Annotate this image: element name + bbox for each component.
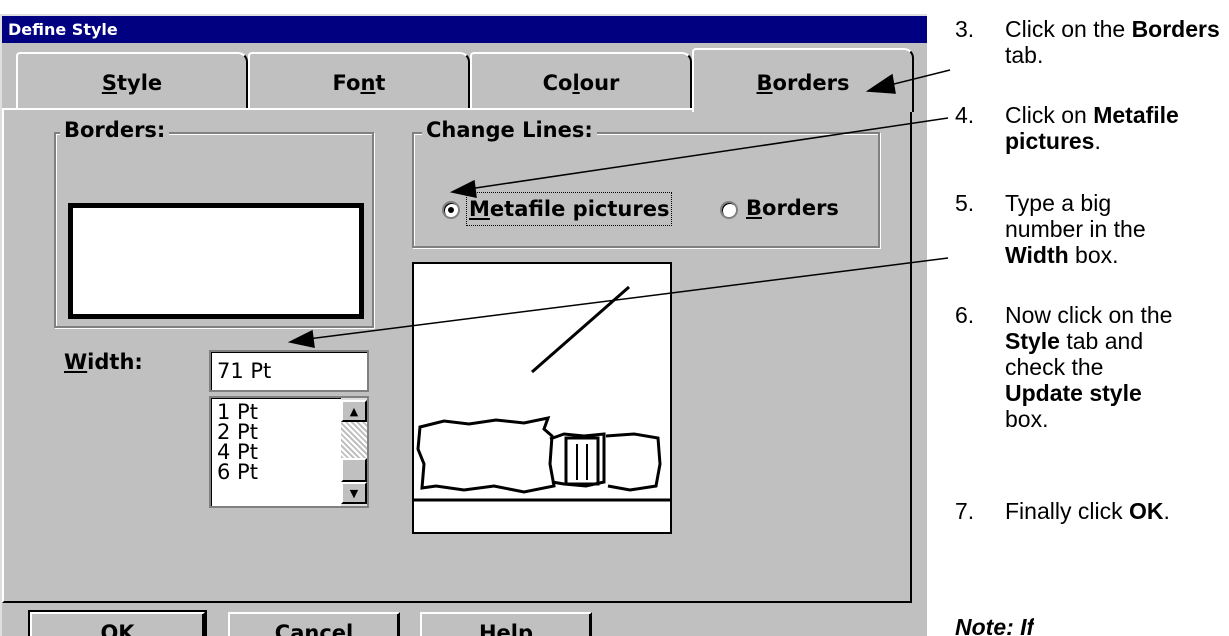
step-text: Finally click OK. bbox=[1005, 498, 1170, 524]
list-item[interactable]: 6 Pt bbox=[217, 462, 258, 483]
scrollbar-track[interactable] bbox=[341, 422, 367, 458]
metafile-drawing bbox=[414, 285, 670, 502]
step-text: Type a big number in the Width box. bbox=[1005, 190, 1146, 268]
borders-radio[interactable] bbox=[720, 201, 738, 219]
width-label: Width: bbox=[64, 350, 143, 374]
help-button[interactable]: Help bbox=[420, 612, 592, 636]
tab-borders[interactable]: Borders bbox=[692, 48, 914, 112]
scrollbar-thumb[interactable] bbox=[341, 458, 367, 482]
instruction-step-3: 3. Click on the Borders tab. bbox=[955, 16, 1227, 68]
instruction-step-5: 5. Type a big number in the Width box. bbox=[955, 190, 1155, 268]
list-item[interactable]: 2 Pt bbox=[217, 422, 258, 443]
width-listbox[interactable]: 1 Pt 2 Pt 4 Pt 6 Pt ▲ ▼ bbox=[209, 396, 369, 508]
tab-colour[interactable]: Co l our bbox=[470, 52, 692, 108]
ok-button[interactable]: OK bbox=[28, 610, 207, 636]
instruction-step-6: 6. Now click on the Style tab and check … bbox=[955, 302, 1175, 432]
instruction-step-7: 7. Finally click OK. bbox=[955, 498, 1227, 524]
tab-font[interactable]: Fo n t bbox=[248, 52, 470, 108]
border-preview[interactable] bbox=[68, 203, 364, 319]
step-number: 5. bbox=[955, 190, 975, 216]
radio-selected-dot bbox=[448, 207, 454, 213]
cancel-button[interactable]: Cancel bbox=[228, 612, 400, 636]
listbox-scrollbar[interactable]: ▲ ▼ bbox=[341, 398, 367, 506]
tab-style[interactable]: Style bbox=[16, 52, 248, 108]
change-lines-group bbox=[412, 132, 880, 248]
footer-note: Note: If bbox=[955, 614, 1035, 636]
instruction-step-4: 4. Click on Metafile pictures. bbox=[955, 102, 1227, 154]
step-number: 7. bbox=[955, 498, 975, 524]
define-style-dialog: Define Style Style Fo n t Co l our Borders B… bbox=[0, 14, 927, 636]
list-item[interactable]: 1 Pt bbox=[217, 402, 258, 423]
step-text: Now click on the Style tab and check the… bbox=[1005, 302, 1173, 432]
borders-radio-label[interactable]: Borders bbox=[746, 194, 839, 222]
step-number: 6. bbox=[955, 302, 975, 328]
width-input[interactable]: 71 Pt bbox=[209, 350, 369, 392]
list-item[interactable]: 4 Pt bbox=[217, 442, 258, 463]
metafile-picture-preview bbox=[412, 262, 672, 534]
dialog-title: Define Style bbox=[2, 16, 927, 43]
step-number: 3. bbox=[955, 16, 975, 42]
borders-group-label: Borders: bbox=[60, 118, 170, 142]
metafile-pictures-radio[interactable] bbox=[442, 201, 460, 219]
step-number: 4. bbox=[955, 102, 975, 128]
scroll-up-arrow-icon[interactable]: ▲ bbox=[341, 400, 367, 422]
change-lines-label: Change Lines: bbox=[422, 118, 597, 142]
step-text: Click on Metafile pictures. bbox=[1005, 102, 1179, 154]
step-text: Click on the Borders tab. bbox=[1005, 16, 1220, 68]
scroll-down-arrow-icon[interactable]: ▼ bbox=[341, 482, 367, 504]
metafile-pictures-label[interactable]: Metafile pictures bbox=[466, 192, 673, 226]
